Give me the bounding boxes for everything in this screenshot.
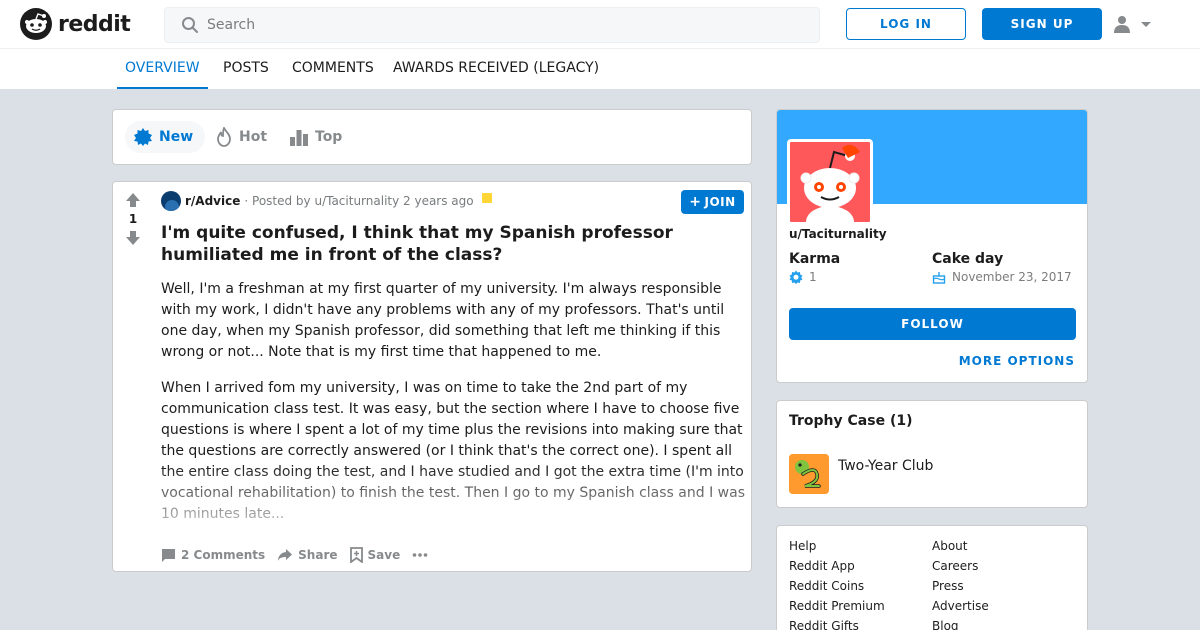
sort-new[interactable]: New [125,121,206,153]
link-reddit-coins[interactable]: Reddit Coins [789,579,864,593]
link-blog[interactable]: Blog [932,619,959,630]
sort-hot-label: Hot [239,129,268,145]
top-header: reddit LOG IN SIGN UP [0,0,1200,49]
vote-column: 1 [121,192,145,246]
more-options-button[interactable]: MORE OPTIONS [959,354,1075,368]
tab-awards-received[interactable]: AWARDS RECEIVED (LEGACY) [393,49,599,89]
reddit-logo[interactable]: reddit [20,8,131,40]
trophy-case-title: Trophy Case (1) [789,413,913,429]
bookmark-icon [349,547,363,563]
post-paragraph: Well, I'm a freshman at my first quarter… [161,281,725,360]
post-actions: 2 Comments Share Save [161,542,445,568]
tab-overview[interactable]: OVERVIEW [117,49,208,89]
link-help[interactable]: Help [789,539,816,553]
signup-button[interactable]: SIGN UP [982,8,1102,40]
cakeday-label: Cake day [932,251,1004,267]
chevron-down-icon [1141,22,1151,27]
user-dropdown[interactable] [1112,12,1162,36]
upvote-icon[interactable] [125,192,141,208]
save-button[interactable]: Save [349,547,401,563]
post-title[interactable]: I'm quite confused, I think that my Span… [161,222,745,266]
cake-icon [932,272,946,284]
flame-icon [217,127,231,147]
new-badge-icon [134,128,152,146]
cakeday-value: November 23, 2017 [932,270,1072,284]
footer-links: Help Reddit App Reddit Coins Reddit Prem… [776,525,1088,630]
downvote-icon[interactable] [125,230,141,246]
link-reddit-gifts[interactable]: Reddit Gifts [789,619,859,630]
logo-wordmark: reddit [58,11,131,37]
karma-icon [789,270,803,284]
podium-icon [290,130,308,146]
tab-comments[interactable]: COMMENTS [292,49,374,89]
avatar [787,139,873,225]
link-careers[interactable]: Careers [932,559,978,573]
login-button[interactable]: LOG IN [846,8,966,40]
post-card[interactable]: 1 r/Advice · Posted by u/Taciturnality 2… [112,181,752,572]
tab-posts[interactable]: POSTS [223,49,269,89]
more-actions-button[interactable] [412,552,433,558]
profile-card: u/Taciturnality Karma 1 Cake day Novembe… [776,109,1088,383]
karma-number: 1 [809,270,817,284]
posted-by: · Posted by u/Taciturnality 2 years ago [244,194,474,208]
save-label: Save [367,548,401,562]
search-icon [182,17,198,33]
link-reddit-app[interactable]: Reddit App [789,559,855,573]
comment-icon [162,548,175,562]
follow-button[interactable]: FOLLOW [789,308,1076,340]
share-icon [278,549,293,561]
trophy-case: Trophy Case (1) Two-Year Club [776,400,1088,508]
share-button[interactable]: Share [277,548,338,562]
post-body: Well, I'm a freshman at my first quarter… [161,279,745,525]
comments-button[interactable]: 2 Comments [161,548,265,563]
reddit-snoo-icon [20,8,52,40]
user-icon [1114,16,1130,33]
join-label: JOIN [704,195,736,209]
subreddit-icon[interactable] [161,191,181,211]
cakeday-date: November 23, 2017 [952,270,1072,284]
link-press[interactable]: Press [932,579,964,593]
sort-top-label: Top [315,129,343,145]
profile-tabs: OVERVIEW POSTS COMMENTS AWARDS RECEIVED … [0,49,1200,89]
plus-icon: + [689,194,702,210]
karma-value: 1 [789,270,817,284]
search-bar[interactable] [164,7,820,43]
award-icon [481,193,492,203]
trophy-name[interactable]: Two-Year Club [838,458,933,474]
link-reddit-premium[interactable]: Reddit Premium [789,599,885,613]
join-button[interactable]: + JOIN [681,190,744,214]
ellipsis-icon [412,553,428,557]
two-year-club-icon [789,454,829,494]
comments-label: 2 Comments [181,548,266,562]
search-input[interactable] [207,17,767,33]
share-label: Share [298,548,338,562]
vote-count: 1 [128,212,138,226]
post-meta: r/Advice · Posted by u/Taciturnality 2 y… [161,191,492,211]
sort-new-label: New [159,129,194,145]
sort-top[interactable]: Top [289,121,342,153]
karma-label: Karma [789,251,841,267]
link-advertise[interactable]: Advertise [932,599,989,613]
post-paragraph: When I arrived fom my university, I was … [161,380,745,522]
sort-hot[interactable]: Hot [215,121,267,153]
profile-username: u/Taciturnality [789,227,887,241]
link-about[interactable]: About [932,539,967,553]
subreddit-link[interactable]: r/Advice [185,194,240,208]
sort-bar: New Hot Top [112,109,752,165]
